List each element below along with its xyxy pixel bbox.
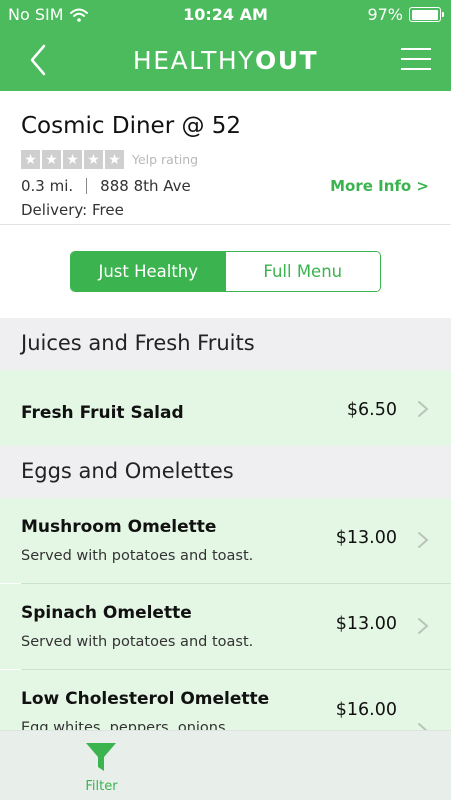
menu-item-description: Served with potatoes and toast.	[21, 548, 254, 564]
funnel-icon[interactable]	[84, 740, 118, 774]
logo-text-bold: OUT	[254, 46, 319, 75]
address: 888 8th Ave	[100, 177, 191, 195]
section-header: Eggs and Omelettes	[0, 446, 451, 498]
section-header: Juices and Fresh Fruits	[0, 318, 451, 370]
yelp-rating-label: Yelp rating	[132, 152, 199, 167]
nav-bar: HEALTHYOUT	[0, 30, 451, 91]
section-title: Juices and Fresh Fruits	[21, 331, 255, 355]
yelp-rating: ★ ★ ★ ★ ★ Yelp rating	[21, 150, 198, 169]
menu-item-name: Spinach Omelette	[21, 603, 192, 623]
menu-filter-toggle: Just Healthy Full Menu	[70, 251, 381, 292]
just-healthy-tab[interactable]: Just Healthy	[71, 252, 226, 291]
menu-item-name: Mushroom Omelette	[21, 517, 217, 537]
menu-item-name: Fresh Fruit Salad	[21, 403, 184, 423]
menu-item[interactable]: Low Cholesterol Omelette Egg whites, pep…	[0, 670, 451, 730]
filter-tab-label[interactable]: Filter	[0, 779, 203, 794]
restaurant-meta: 0.3 mi. 888 8th Ave	[21, 177, 191, 195]
app-header: No SIM 10:24 AM 97% HEALTHYOUT	[0, 0, 451, 91]
restaurant-name: Cosmic Diner @ 52	[21, 113, 242, 139]
star-icon: ★	[84, 150, 103, 169]
full-menu-tab[interactable]: Full Menu	[225, 252, 380, 291]
star-icon: ★	[21, 150, 40, 169]
menu-item-price: $16.00	[335, 700, 397, 720]
bottom-tab-bar: Filter	[0, 730, 451, 800]
battery-icon	[409, 7, 444, 22]
app-logo: HEALTHYOUT	[0, 46, 451, 75]
menu-item[interactable]: Fresh Fruit Salad $6.50	[0, 370, 451, 446]
logo-text-light: HEALTHY	[132, 46, 255, 75]
chevron-right-icon	[418, 723, 428, 730]
menu-item-description: Egg whites, peppers, onions	[21, 720, 226, 730]
delivery-fee: Delivery: Free	[21, 201, 124, 219]
star-icon: ★	[105, 150, 124, 169]
menu-item-price: $6.50	[346, 400, 397, 420]
menu-item-price: $13.00	[335, 614, 397, 634]
hamburger-menu-icon[interactable]	[401, 46, 431, 72]
menu-line	[401, 58, 431, 60]
battery-percent: 97%	[367, 5, 403, 24]
restaurant-info: Cosmic Diner @ 52 ★ ★ ★ ★ ★ Yelp rating …	[0, 91, 451, 225]
rating-stars: ★ ★ ★ ★ ★	[21, 150, 124, 169]
star-icon: ★	[63, 150, 82, 169]
battery-indicator: 97%	[367, 5, 444, 24]
menu-line	[401, 48, 431, 50]
meta-divider	[86, 178, 88, 194]
menu-line	[401, 68, 431, 70]
status-bar: No SIM 10:24 AM 97%	[0, 0, 451, 30]
distance: 0.3 mi.	[21, 177, 74, 195]
section-title: Eggs and Omelettes	[21, 459, 234, 483]
menu-item-price: $13.00	[335, 528, 397, 548]
chevron-right-icon	[418, 618, 429, 634]
menu-item[interactable]: Mushroom Omelette Served with potatoes a…	[0, 498, 451, 583]
chevron-right-icon	[418, 532, 429, 548]
star-icon: ★	[42, 150, 61, 169]
menu-item-description: Served with potatoes and toast.	[21, 634, 254, 650]
more-info-link[interactable]: More Info >	[330, 177, 429, 195]
menu-item-name: Low Cholesterol Omelette	[21, 689, 270, 709]
menu-item[interactable]: Spinach Omelette Served with potatoes an…	[0, 584, 451, 669]
chevron-right-icon	[418, 401, 429, 417]
